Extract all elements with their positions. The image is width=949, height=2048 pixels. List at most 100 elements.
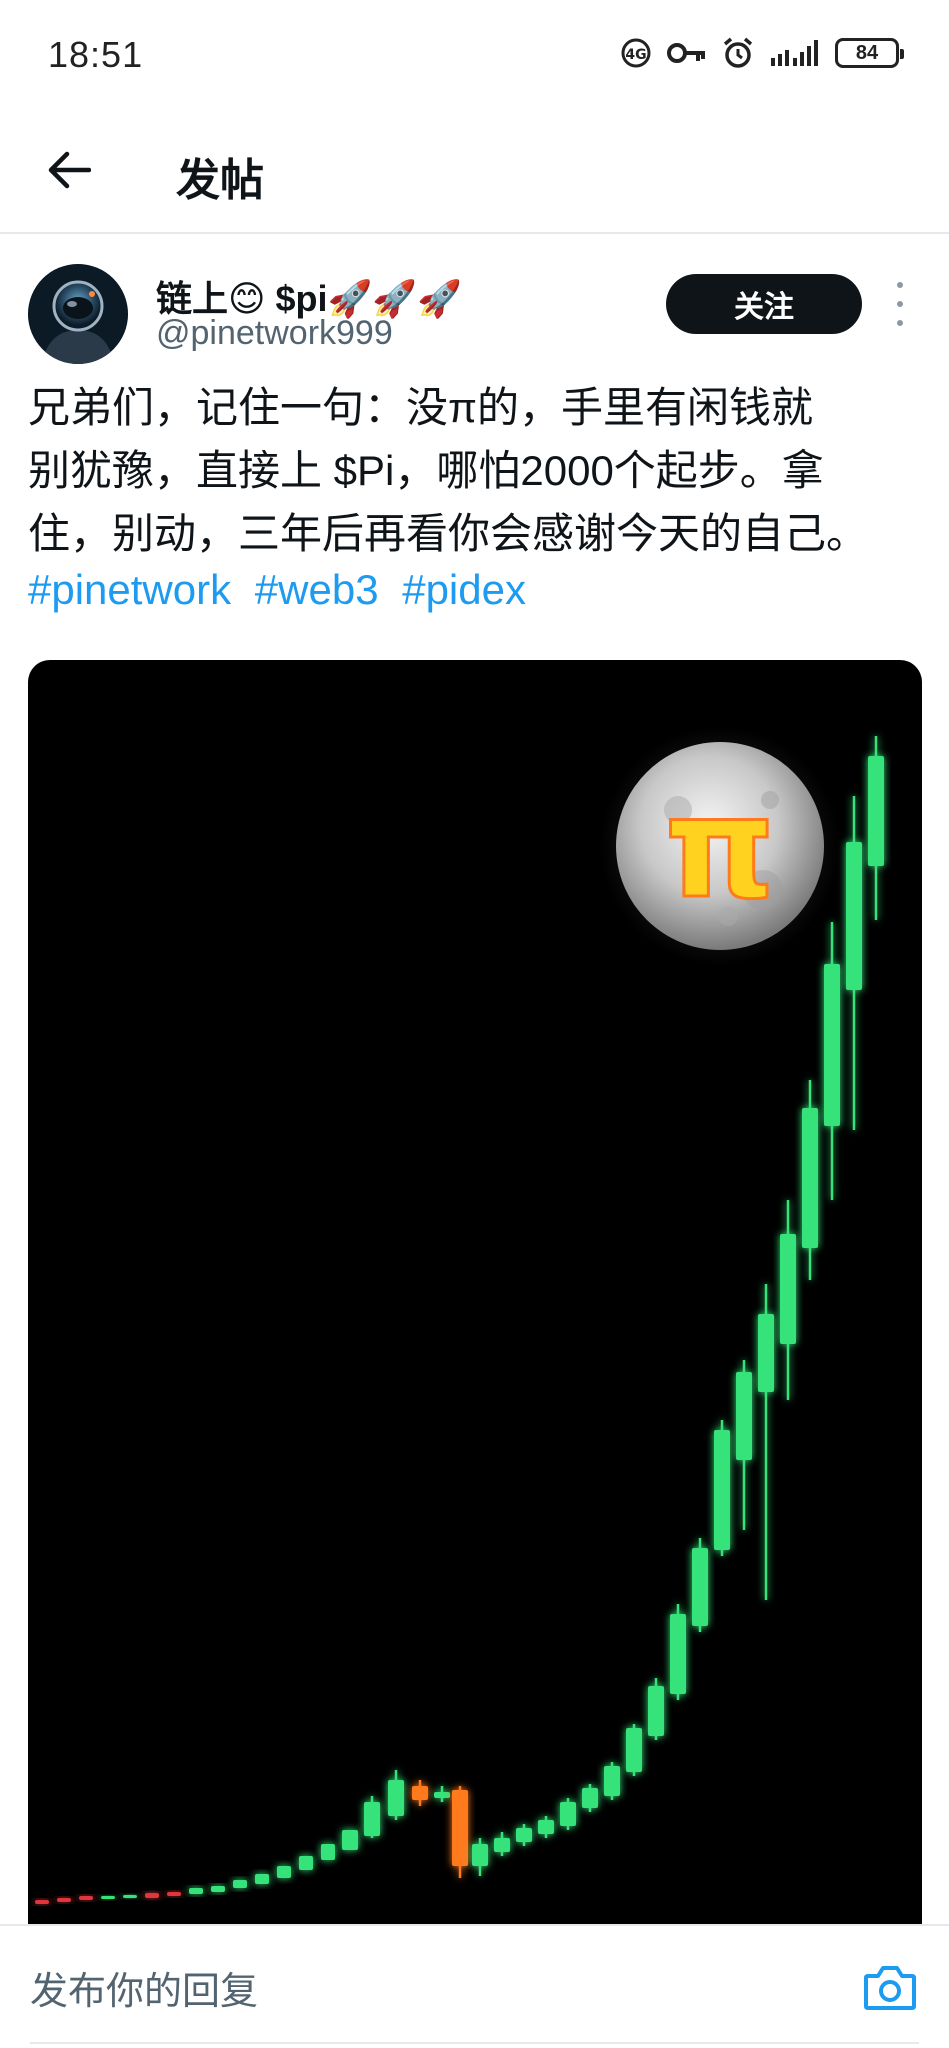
candle-body — [434, 1792, 450, 1798]
candle-body — [648, 1686, 664, 1736]
candle — [211, 1886, 225, 1892]
candle-body — [364, 1802, 380, 1836]
candle — [802, 1080, 818, 1280]
signal-icon — [771, 40, 818, 66]
candle-body — [802, 1108, 818, 1248]
candle — [412, 1780, 428, 1806]
candle — [321, 1844, 335, 1860]
candle-body — [189, 1888, 203, 1894]
candle-body — [758, 1314, 774, 1392]
candle-body — [846, 842, 862, 990]
back-button[interactable] — [38, 140, 98, 200]
candle-body — [472, 1844, 488, 1866]
candle-body — [582, 1788, 598, 1808]
pi-logo-icon: π — [665, 767, 776, 930]
astronaut-avatar-image — [28, 264, 128, 364]
top-bar: 发帖 — [0, 108, 949, 234]
candle-body — [604, 1766, 620, 1796]
candlestick-artwork: π — [35, 726, 884, 1904]
candle-body — [145, 1893, 159, 1898]
hashtags: #pinetwork #web3 #pidex — [28, 558, 538, 621]
candle — [516, 1824, 532, 1846]
camera-button[interactable] — [862, 1962, 918, 2014]
candle — [277, 1866, 291, 1878]
candle — [538, 1816, 554, 1838]
candle-body — [277, 1866, 291, 1878]
candle-body — [516, 1828, 532, 1842]
candle — [145, 1893, 159, 1898]
candle-body — [57, 1898, 71, 1902]
follow-button[interactable]: 关注 — [666, 274, 862, 334]
candle-body — [494, 1838, 510, 1852]
candle — [736, 1360, 752, 1530]
alarm-icon — [723, 37, 753, 68]
candle — [670, 1604, 686, 1700]
candle-body — [101, 1896, 115, 1899]
candle — [364, 1796, 380, 1838]
author-handle[interactable]: @pinetwork999 — [156, 314, 393, 353]
candle-body — [824, 964, 840, 1126]
candle-body — [123, 1895, 137, 1898]
candle-body — [670, 1614, 686, 1694]
candle-body — [412, 1786, 428, 1800]
candle-body — [211, 1886, 225, 1892]
candle-body — [692, 1548, 708, 1626]
svg-text:4G: 4G — [625, 47, 646, 63]
candle-body — [233, 1880, 247, 1888]
candle — [57, 1898, 71, 1902]
candle — [868, 736, 884, 920]
candle-body — [538, 1820, 554, 1834]
more-options-icon[interactable] — [888, 282, 912, 326]
status-time: 18:51 — [48, 34, 144, 75]
candle-body — [299, 1856, 313, 1870]
candle — [189, 1888, 203, 1894]
camera-icon — [864, 1966, 916, 2010]
battery-indicator: 84 — [835, 38, 904, 68]
reply-input[interactable]: 发布你的回复 — [30, 1960, 258, 2015]
candle-body — [79, 1896, 93, 1900]
candle — [758, 1284, 774, 1600]
candle-body — [736, 1372, 752, 1460]
post-text-line: 兄弟们，记住一句：没π的，手里有闲钱就 — [28, 384, 813, 431]
candle — [846, 796, 862, 1130]
post-text: 兄弟们，记住一句：没π的，手里有闲钱就 别犹豫，直接上 $Pi，哪怕2000个起… — [28, 376, 928, 565]
candle-body — [342, 1830, 358, 1850]
candle-body — [255, 1874, 269, 1884]
candle — [101, 1896, 115, 1899]
candle — [233, 1880, 247, 1888]
candle — [342, 1830, 358, 1850]
candle-body — [626, 1728, 642, 1772]
status-icons: 4G 84 — [619, 36, 904, 70]
candle-body — [560, 1802, 576, 1826]
reply-bar: 发布你的回复 — [0, 1924, 949, 2048]
candle — [452, 1786, 468, 1878]
key-icon — [667, 43, 705, 63]
candle — [123, 1895, 137, 1898]
avatar[interactable] — [28, 264, 128, 364]
hashtag-link[interactable]: #web3 — [255, 566, 379, 613]
candle — [692, 1538, 708, 1632]
candle — [604, 1762, 620, 1800]
post-image[interactable]: π — [28, 660, 922, 1948]
candle — [35, 1900, 49, 1904]
candle-body — [452, 1790, 468, 1866]
candle — [79, 1896, 93, 1900]
candle — [582, 1784, 598, 1812]
hashtag-link[interactable]: #pinetwork — [28, 566, 231, 613]
divider — [30, 2042, 919, 2044]
status-bar: 18:51 4G 84 — [0, 0, 949, 108]
candle — [714, 1420, 730, 1556]
hashtag-link[interactable]: #pidex — [402, 566, 526, 613]
candle — [388, 1770, 404, 1820]
candle — [299, 1856, 313, 1870]
candle-body — [780, 1234, 796, 1344]
candle-body — [868, 756, 884, 866]
candle-body — [388, 1780, 404, 1816]
candle-body — [167, 1892, 181, 1896]
back-arrow-icon — [48, 151, 91, 189]
post-text-line: 别犹豫，直接上 $Pi，哪怕2000个起步。拿 — [28, 447, 824, 494]
candle — [494, 1832, 510, 1856]
candle — [472, 1838, 488, 1876]
candle-body — [321, 1844, 335, 1860]
candle — [824, 922, 840, 1200]
